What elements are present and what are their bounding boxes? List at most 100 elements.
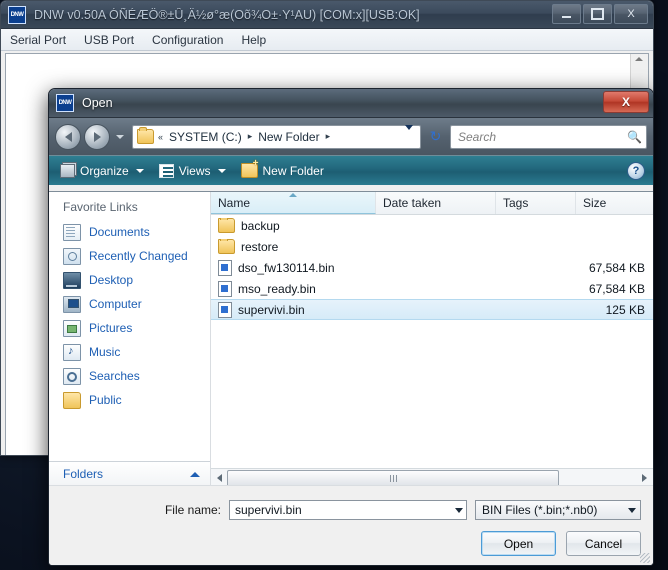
breadcrumb-overflow[interactable]: «: [154, 132, 167, 142]
computer-icon: [63, 295, 81, 313]
pictures-icon: [63, 319, 81, 337]
sidebar-item-music[interactable]: Music: [49, 340, 210, 364]
search-placeholder: Search: [458, 129, 497, 144]
search-input[interactable]: Search 🔍: [450, 124, 647, 149]
file-list-panel: Name Date taken Tags Size backup restore…: [211, 192, 653, 487]
sidebar-item-desktop[interactable]: Desktop: [49, 268, 210, 292]
minimize-button[interactable]: [552, 4, 581, 24]
breadcrumb-separator: ▸: [247, 131, 253, 141]
refresh-button[interactable]: ↻: [424, 125, 447, 148]
scroll-right-icon[interactable]: [642, 473, 647, 482]
cancel-button[interactable]: Cancel: [566, 531, 641, 556]
chevron-down-icon: [217, 168, 226, 173]
dialog-footer: File name: supervivi.bin BIN Files (*.bi…: [49, 485, 653, 565]
file-name-cell: backup: [211, 218, 376, 233]
file-name-label: backup: [241, 218, 280, 233]
scroll-left-icon[interactable]: [217, 473, 222, 482]
file-list-column-headers: Name Date taken Tags Size: [211, 192, 653, 215]
table-row[interactable]: dso_fw130114.bin 67,584 KB: [211, 257, 653, 278]
file-name-label: dso_fw130114.bin: [238, 260, 335, 275]
close-button[interactable]: X: [614, 4, 648, 24]
file-type-select[interactable]: BIN Files (*.bin;*.nb0): [475, 500, 641, 520]
column-header-size[interactable]: Size: [576, 192, 653, 214]
resize-grip-icon[interactable]: [640, 553, 650, 563]
folder-icon: [218, 218, 235, 233]
history-dropdown-button[interactable]: [113, 125, 126, 149]
dialog-close-button[interactable]: X: [603, 91, 649, 113]
new-folder-button[interactable]: New Folder: [236, 158, 329, 180]
menu-item-usb-port[interactable]: USB Port: [84, 33, 134, 47]
chevron-down-icon[interactable]: [455, 507, 463, 513]
breadcrumb-item-system-c[interactable]: SYSTEM (C:): [167, 130, 244, 144]
new-folder-label: New Folder: [262, 163, 324, 178]
file-size-cell: 125 KB: [605, 302, 645, 317]
dnw-caption-buttons: X: [552, 4, 648, 24]
sidebar-item-pictures[interactable]: Pictures: [49, 316, 210, 340]
forward-button[interactable]: [84, 123, 110, 150]
breadcrumb-dropdown-button[interactable]: [405, 124, 416, 144]
dialog-app-icon: DNW: [56, 94, 74, 112]
forward-arrow-icon: [93, 131, 101, 142]
sidebar-item-label: Music: [89, 345, 121, 359]
favorite-links-sidebar: Favorite Links Documents Recently Change…: [49, 192, 211, 486]
sidebar-item-label: Pictures: [89, 321, 133, 335]
table-row-selected[interactable]: supervivi.bin 125 KB: [211, 299, 653, 320]
sidebar-item-label: Searches: [89, 369, 140, 383]
file-list-rows: backup restore dso_fw130114.bin 67,584 K…: [211, 215, 653, 468]
table-row[interactable]: restore: [211, 236, 653, 257]
sidebar-item-public[interactable]: Public: [49, 388, 210, 412]
table-row[interactable]: backup: [211, 215, 653, 236]
column-header-label: Date taken: [383, 196, 442, 210]
help-icon[interactable]: ?: [627, 162, 645, 180]
sort-ascending-icon: [289, 193, 297, 197]
sidebar-item-computer[interactable]: Computer: [49, 292, 210, 316]
dnw-app-icon: DNW: [8, 5, 26, 24]
views-icon: [158, 163, 174, 178]
sidebar-scroll-area: Favorite Links Documents Recently Change…: [49, 192, 210, 461]
organize-label: Organize: [80, 163, 129, 178]
menu-item-serial-port[interactable]: Serial Port: [10, 33, 66, 47]
file-size-cell: 67,584 KB: [588, 281, 645, 296]
scrollbar-track[interactable]: [227, 470, 637, 487]
file-list-horizontal-scrollbar[interactable]: [211, 468, 653, 487]
folders-pane-toggle[interactable]: Folders: [49, 461, 210, 486]
views-button[interactable]: Views: [154, 162, 231, 180]
views-label: Views: [178, 163, 211, 178]
breadcrumb[interactable]: « SYSTEM (C:) ▸ New Folder ▸: [132, 124, 421, 149]
sidebar-item-searches[interactable]: Searches: [49, 364, 210, 388]
chevron-down-icon: [628, 507, 636, 513]
binary-file-icon: [218, 301, 232, 318]
documents-icon: [63, 223, 81, 241]
column-header-label: Size: [583, 196, 607, 210]
back-button[interactable]: [55, 123, 81, 150]
open-file-dialog: DNW Open X « SYSTEM (C:) ▸ New Folder ▸ …: [48, 88, 654, 566]
column-header-tags[interactable]: Tags: [496, 192, 576, 214]
file-name-label: File name:: [164, 503, 221, 517]
breadcrumb-item-new-folder[interactable]: New Folder: [256, 130, 321, 144]
scroll-up-icon[interactable]: [635, 57, 643, 61]
organize-button[interactable]: Organize: [55, 162, 149, 180]
file-name-input[interactable]: supervivi.bin: [229, 500, 467, 520]
dnw-title-bar: DNW DNW v0.50A ÓÑÉÆÖ®±Û¸Ä½ø°æ(Oõ¾O±·Y¹AU…: [1, 1, 653, 29]
column-header-label: Name: [218, 195, 251, 210]
breadcrumb-separator-end: ▸: [325, 131, 331, 141]
menu-item-configuration[interactable]: Configuration: [152, 33, 223, 47]
sidebar-item-recently-changed[interactable]: Recently Changed: [49, 244, 210, 268]
maximize-button[interactable]: [583, 4, 612, 24]
file-name-label: restore: [241, 239, 279, 254]
open-button[interactable]: Open: [481, 531, 556, 556]
back-arrow-icon: [64, 131, 72, 142]
searches-icon: [63, 367, 81, 385]
public-folder-icon: [63, 391, 81, 409]
maximize-icon: [591, 8, 604, 20]
dialog-title: Open: [82, 96, 113, 110]
sidebar-item-label: Recently Changed: [89, 249, 188, 263]
table-row[interactable]: mso_ready.bin 67,584 KB: [211, 278, 653, 299]
sidebar-item-documents[interactable]: Documents: [49, 220, 210, 244]
column-header-date-taken[interactable]: Date taken: [376, 192, 496, 214]
menu-item-help[interactable]: Help: [241, 33, 266, 47]
column-header-name[interactable]: Name: [211, 192, 376, 214]
new-folder-icon: [240, 158, 258, 178]
desktop-icon: [63, 271, 81, 289]
file-size-cell: 67,584 KB: [588, 260, 645, 275]
